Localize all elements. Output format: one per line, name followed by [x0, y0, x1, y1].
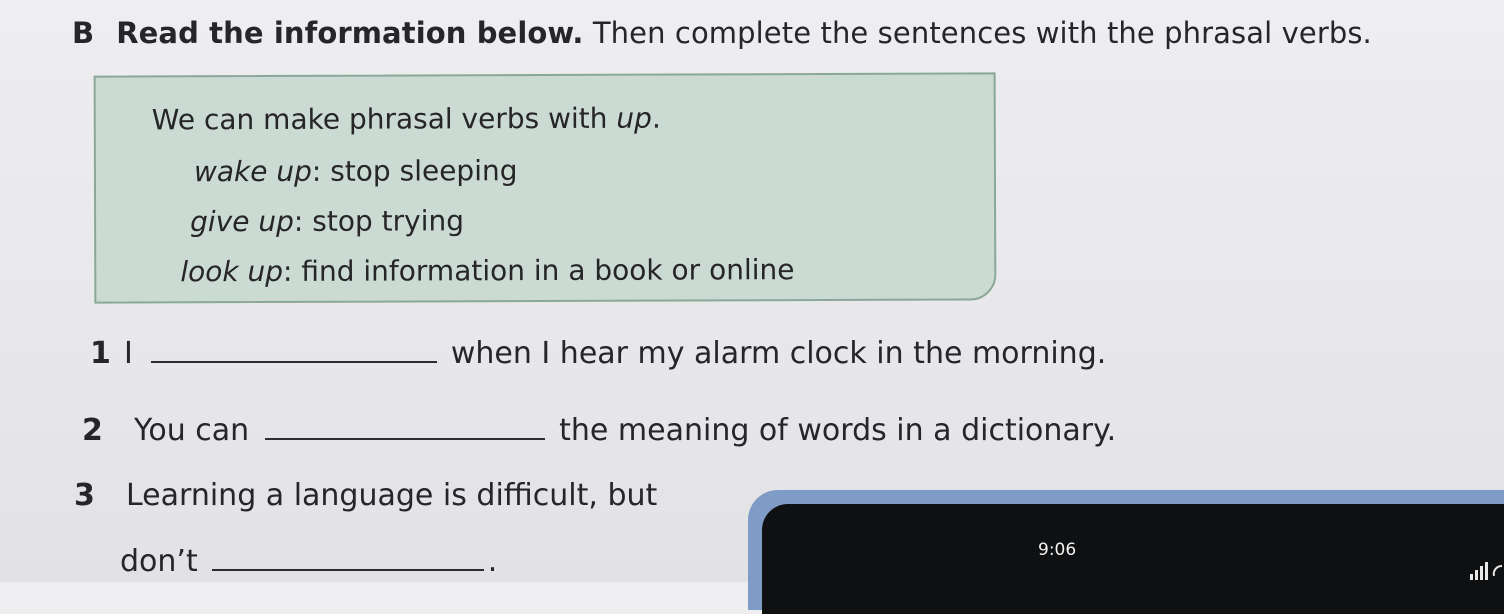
info-intro-text: We can make phrasal verbs with	[151, 101, 617, 137]
phone-screen	[762, 504, 1504, 614]
definition-look-up: look up: find information in a book or o…	[180, 253, 794, 288]
answer-blank[interactable]	[211, 568, 484, 571]
sentence-number: 1	[90, 336, 111, 371]
sentence-2: 2 You can the meaning of words in a dictio…	[82, 413, 1116, 448]
definition-meaning: : stop sleeping	[311, 154, 518, 188]
signal-bars-icon	[1470, 562, 1503, 580]
sentence-text: Learning a language is difficult, but	[126, 478, 658, 513]
sentence-number: 3	[74, 478, 95, 513]
textbook-page: B Read the information below. Then comple…	[0, 0, 1504, 614]
instruction-text: Then complete the sentences with the phr…	[583, 16, 1372, 50]
instruction-bold: Read the information below.	[116, 16, 584, 50]
info-intro-end: .	[651, 101, 661, 135]
sentence-before: don’t	[120, 544, 198, 579]
definition-verb: give up	[190, 204, 294, 239]
info-intro-word: up	[616, 101, 652, 135]
definition-meaning: : stop trying	[293, 204, 465, 238]
definition-meaning: : find information in a book or online	[282, 253, 795, 288]
definition-verb: look up	[180, 254, 284, 289]
sentence-3-line-2: don’t.	[120, 544, 497, 579]
sentence-after: the meaning of words in a dictionary.	[559, 413, 1117, 448]
exercise-letter: B	[72, 16, 95, 50]
definition-verb: wake up	[193, 154, 312, 189]
answer-blank[interactable]	[150, 360, 437, 363]
info-intro: We can make phrasal verbs with up.	[152, 102, 661, 137]
definition-wake-up: wake up: stop sleeping	[194, 154, 518, 188]
phrasal-verbs-info-box: We can make phrasal verbs with up. wake …	[93, 72, 997, 304]
sentence-before: You can	[134, 413, 250, 448]
sentence-1: 1 Iwhen I hear my alarm clock in the morn…	[90, 336, 1106, 371]
sentence-after: when I hear my alarm clock in the mornin…	[450, 336, 1107, 371]
sentence-end: .	[487, 544, 498, 579]
sentence-before: I	[124, 336, 133, 371]
sentence-3-line-1: 3 Learning a language is difficult, but	[74, 478, 657, 513]
sentence-number: 2	[82, 413, 103, 448]
answer-blank[interactable]	[265, 437, 546, 440]
exercise-heading: B Read the information below. Then comple…	[72, 16, 1372, 50]
definition-give-up: give up: stop trying	[190, 204, 464, 238]
phone-clock: 9:06	[1038, 540, 1077, 560]
